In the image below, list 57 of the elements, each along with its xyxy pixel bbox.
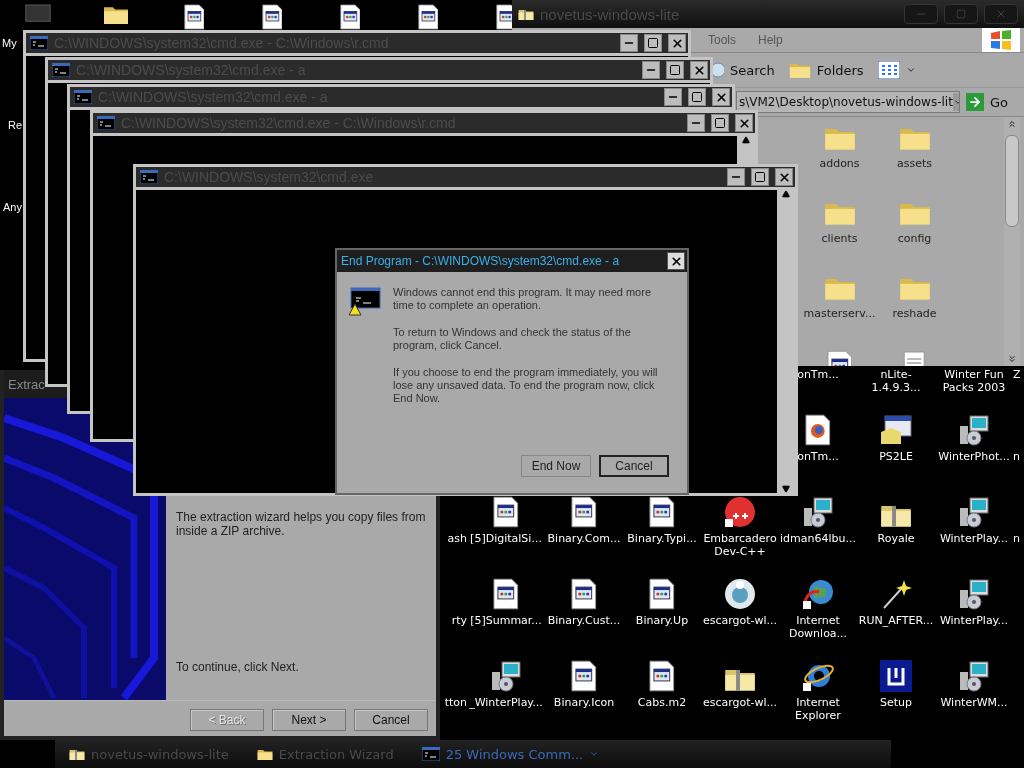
desktop-icon-label[interactable]: tton: [444, 696, 467, 709]
file-label[interactable]: addons: [819, 156, 860, 170]
wizard-button[interactable]: Cancel: [354, 709, 428, 731]
go-button[interactable]: Go: [964, 93, 1009, 111]
desktop-icon-label[interactable]: ash: [447, 532, 467, 545]
dialog-title: End Program - C:\WINDOWS\system32\cmd.exe - a: [341, 254, 621, 268]
desktop-icon-label[interactable]: WinterPlay...: [939, 532, 1009, 545]
desktop-icon-label[interactable]: Winter Fun Packs 2003: [935, 368, 1013, 394]
desktop-icon-label[interactable]: [5]DigitalSi...: [470, 532, 542, 545]
file-label[interactable]: config: [897, 231, 932, 245]
desktop-icon-label[interactable]: Z: [1013, 368, 1021, 381]
desktop-icon-label[interactable]: WinterPhot...: [938, 450, 1010, 463]
desktop-icon-label[interactable]: rty: [451, 614, 467, 627]
search-button[interactable]: Search: [710, 60, 775, 80]
desktop-icon-label[interactable]: RUN_AFTER...: [858, 614, 934, 627]
intro-text: The extraction wizard helps you copy files from inside a ZIP archive.: [176, 510, 426, 538]
desktop-icon-label: Re: [8, 119, 23, 131]
message-text: To return to Windows and check the status of the program, click Cancel.: [393, 326, 632, 352]
message-text: Windows cannot end this program. It may need more time to complete an operation.: [393, 286, 652, 312]
window-title: Extrac: [8, 376, 45, 392]
desktop-icon-label[interactable]: nLite-1.4.9.3...: [857, 368, 935, 394]
file-label[interactable]: masterserv...: [803, 306, 876, 320]
desktop-icon-label[interactable]: n: [1013, 532, 1020, 545]
message-text: If you choose to end the program immediately, you will lose any unsaved data. To end the program now, click End Now.: [393, 366, 659, 405]
file-label[interactable]: clients: [821, 231, 858, 245]
wizard-button[interactable]: Next >: [272, 709, 346, 731]
desktop-icon-label[interactable]: idman64lbu...: [780, 532, 856, 545]
desktop-icon-label[interactable]: Binary.Icon: [553, 696, 615, 709]
desktop-icon-label[interactable]: Setup: [880, 696, 912, 709]
desktop-icon-label[interactable]: [5]Summar...: [470, 614, 542, 627]
desktop-icon-label[interactable]: Binary.Cust...: [547, 614, 621, 627]
desktop-icon-label[interactable]: escargot-wl...: [702, 614, 778, 627]
desktop-icon-label: Any: [3, 201, 22, 213]
desktop-icon-label[interactable]: Internet Downloa...: [779, 614, 857, 640]
desktop-icon-label[interactable]: n: [1013, 450, 1020, 463]
desktop-icon-label[interactable]: _WinterPlay...: [469, 696, 543, 709]
folders-button[interactable]: Folders: [788, 61, 864, 79]
file-label[interactable]: assets: [897, 156, 932, 170]
desktop-icon-label[interactable]: PS2LE: [879, 450, 913, 463]
desktop-icon-label[interactable]: WinterWM...: [940, 696, 1008, 709]
desktop-icon-label[interactable]: escargot-wl...: [702, 696, 778, 709]
desktop-icon-label[interactable]: Binary.Typi...: [627, 532, 697, 545]
desktop-icon-label[interactable]: Internet Explorer: [779, 696, 857, 722]
desktop-icon-label[interactable]: Embarcadero Dev-C++: [701, 532, 779, 558]
desktop-icon-label[interactable]: Binary.Up: [635, 614, 689, 627]
desktop-icon-label[interactable]: Royale: [877, 532, 915, 545]
dialog-button[interactable]: Cancel: [599, 455, 669, 477]
desktop-icon-label: My: [2, 37, 17, 49]
address-field[interactable]: s\VM2\Desktop\novetus-windows-lit: [736, 91, 960, 113]
desktop-icon-label[interactable]: onTm...: [797, 368, 839, 381]
desktop-icon-label[interactable]: Cabs.m2: [637, 696, 687, 709]
file-label[interactable]: reshade: [892, 306, 937, 320]
hint-text: To continue, click Next.: [176, 660, 300, 674]
desktop-icon-label[interactable]: WinterPlay...: [939, 614, 1009, 627]
desktop-icon-label[interactable]: Binary.Com...: [547, 532, 621, 545]
desktop-icon-label[interactable]: onTm...: [797, 450, 839, 463]
dialog-button[interactable]: End Now: [521, 455, 591, 477]
